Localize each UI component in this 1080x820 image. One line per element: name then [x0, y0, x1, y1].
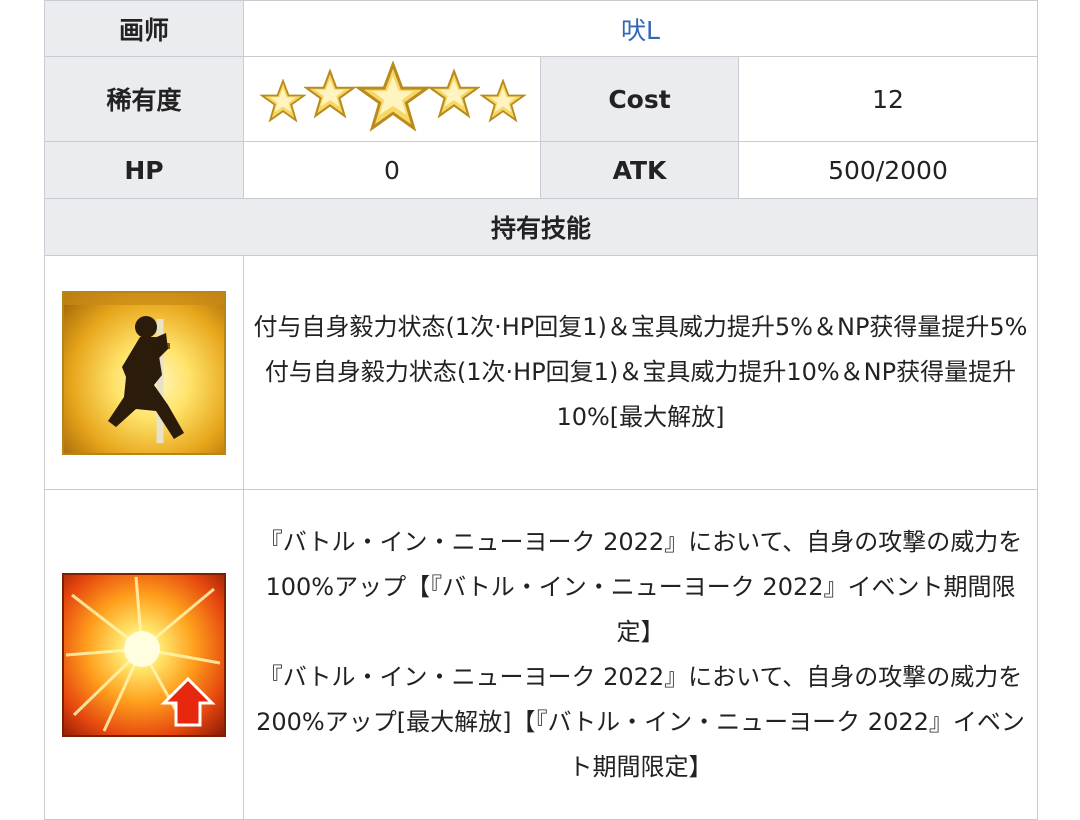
hp-label: HP: [44, 141, 244, 199]
skill-row: 付与自身毅力状态(1次·HP回复1)＆宝具威力提升5%＆NP获得量提升5% 付与…: [44, 255, 1038, 490]
skill-description-cell: 『バトル・イン・ニューヨーク 2022』において、自身の攻撃の威力を100%アッ…: [243, 489, 1038, 820]
star-icon: [428, 69, 480, 119]
skill-description: 付与自身毅力状态(1次·HP回复1)＆宝具威力提升5%＆NP获得量提升5% 付与…: [244, 305, 1037, 440]
skill-row: 『バトル・イン・ニューヨーク 2022』において、自身の攻撃の威力を100%アッ…: [44, 489, 1038, 820]
cost-label: Cost: [540, 56, 739, 142]
cost-value: 12: [738, 56, 1038, 142]
kneeling-swordsman-icon: [62, 290, 226, 455]
illustrator-label: 画师: [44, 0, 244, 57]
skill-icon-cell: [44, 255, 244, 490]
illustrator-row: 画师 吠L: [44, 0, 1038, 57]
skill-effect-line: 付与自身毅力状态(1次·HP回复1)＆宝具威力提升5%＆NP获得量提升5%: [253, 313, 1028, 341]
rarity-stars: [252, 57, 532, 141]
skills-header-row: 持有技能: [44, 198, 1038, 256]
illustrator-value-cell: 吠L: [243, 0, 1038, 57]
craft-essence-info-table: 画师 吠L 稀有度 Cost 12 HP 0 ATK 500/2000 持有技能: [44, 0, 1038, 820]
rarity-value-cell: [243, 56, 541, 142]
skill-icon-cell: [44, 489, 244, 820]
skill-description: 『バトル・イン・ニューヨーク 2022』において、自身の攻撃の威力を100%アッ…: [244, 520, 1037, 790]
star-icon: [356, 61, 430, 132]
info-table: 画师 吠L 稀有度 Cost 12 HP 0 ATK 500/2000 持有技能: [44, 0, 1038, 820]
star-icon: [480, 79, 526, 123]
illustrator-link[interactable]: 吠L: [621, 16, 660, 45]
skill-effect-line: 付与自身毅力状态(1次·HP回复1)＆宝具威力提升10%＆NP获得量提升10%[…: [264, 358, 1017, 431]
hp-atk-row: HP 0 ATK 500/2000: [44, 141, 1038, 199]
skill-effect-line: 『バトル・イン・ニューヨーク 2022』において、自身の攻撃の威力を100%アッ…: [258, 527, 1023, 646]
skill-effect-line: 『バトル・イン・ニューヨーク 2022』において、自身の攻撃の威力を200%アッ…: [256, 662, 1025, 781]
atk-label: ATK: [540, 141, 739, 199]
star-icon: [260, 79, 306, 123]
skills-header: 持有技能: [44, 198, 1038, 256]
star-icon: [304, 69, 356, 119]
hp-value: 0: [243, 141, 541, 199]
attack-up-burst-icon: [62, 572, 226, 737]
rarity-label: 稀有度: [44, 56, 244, 142]
atk-value: 500/2000: [738, 141, 1038, 199]
skill-description-cell: 付与自身毅力状态(1次·HP回复1)＆宝具威力提升5%＆NP获得量提升5% 付与…: [243, 255, 1038, 490]
rarity-cost-row: 稀有度 Cost 12: [44, 56, 1038, 142]
